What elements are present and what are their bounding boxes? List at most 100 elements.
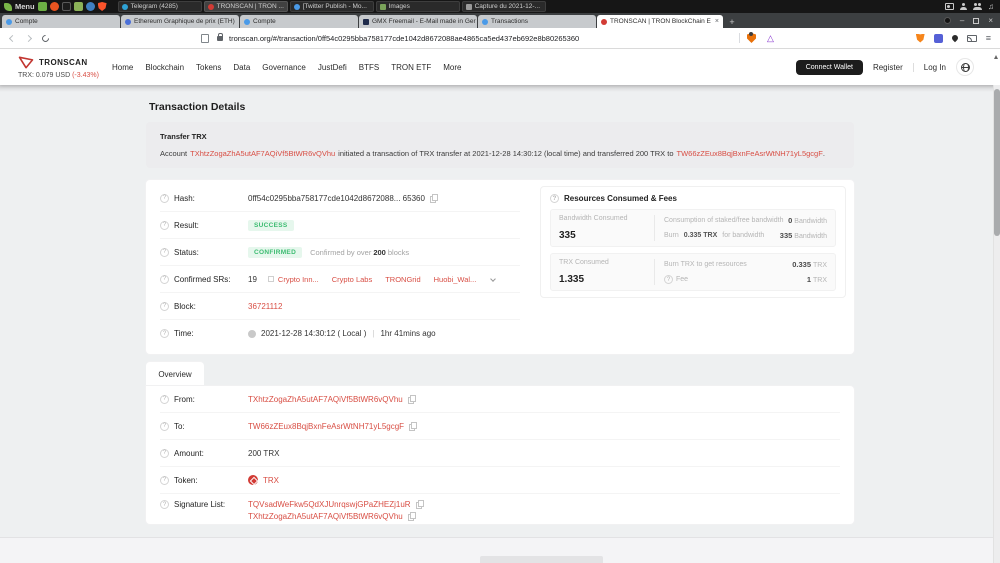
bookmark-panel-icon[interactable] [201, 34, 209, 43]
bandwidth-line-2: Burn0.335 TRXfor bandwidth 335Bandwidth [664, 231, 827, 240]
copy-icon[interactable] [430, 194, 438, 203]
help-icon[interactable]: ? [160, 275, 169, 284]
close-window-button[interactable]: × [988, 17, 993, 25]
nav-justdefi[interactable]: JustDefi [318, 63, 347, 72]
tronscan-logo[interactable]: TRONSCAN [18, 56, 88, 69]
address-bar[interactable]: tronscan.org/#/transaction/0ff54c0295bba… [217, 31, 732, 46]
music-tray-icon[interactable]: ♫ [988, 3, 994, 11]
nav-tokens[interactable]: Tokens [196, 63, 221, 72]
scrollbar-thumb[interactable] [994, 89, 1000, 236]
help-icon[interactable]: ? [160, 248, 169, 257]
copy-icon[interactable] [408, 512, 416, 521]
nav-governance[interactable]: Governance [262, 63, 306, 72]
token-link[interactable]: TRX [263, 476, 279, 485]
connect-wallet-button[interactable]: Connect Wallet [796, 60, 863, 75]
sr-link-crypto-inn[interactable]: Crypto Inn... [278, 275, 319, 284]
signature-link-1[interactable]: TQVsadWeFkw5QdXJUnrqswjGPaZHEZj1uR [248, 500, 411, 509]
hash-label: Hash: [174, 194, 195, 203]
tab-overview[interactable]: Overview [146, 362, 204, 386]
register-link[interactable]: Register [873, 63, 903, 72]
nav-data[interactable]: Data [233, 63, 250, 72]
nav-btfs[interactable]: BTFS [359, 63, 379, 72]
warning-triangle-icon[interactable]: △ [767, 34, 774, 43]
telegram-icon [122, 4, 128, 10]
banner-from-address[interactable]: TXhtzZogaZhA5utAF7AQiVf5BtWR6vQVhu [190, 149, 335, 158]
help-icon[interactable]: ? [160, 302, 169, 311]
taskbar-app-telegram[interactable]: Telegram (4285) [118, 1, 202, 12]
help-icon[interactable]: ? [664, 275, 673, 284]
tab-close-icon[interactable]: × [715, 18, 719, 25]
user-tray-icon[interactable] [960, 3, 967, 10]
screenshot-tray-icon[interactable] [945, 3, 954, 10]
language-button[interactable] [956, 58, 974, 76]
help-icon[interactable]: ? [160, 476, 169, 485]
reload-icon[interactable] [41, 33, 51, 43]
os-menu-button[interactable]: Menu [4, 2, 35, 11]
to-address-link[interactable]: TW66zZEux8BqjBxnFeAsrWtNH71yL5gcgF [248, 422, 404, 431]
back-icon[interactable] [9, 34, 16, 41]
copy-icon[interactable] [416, 500, 424, 509]
browser-launcher-icon[interactable] [86, 2, 95, 11]
page-scrollbar[interactable] [993, 85, 1000, 563]
help-icon[interactable]: ? [160, 221, 169, 230]
taskbar-app-tronscan[interactable]: TRONSCAN | TRON ... [204, 1, 288, 12]
signature-link-2[interactable]: TXhtzZogaZhA5utAF7AQiVf5BtWR6vQVhu [248, 512, 403, 521]
tab-tronscan-active[interactable]: TRONSCAN | TRON BlockChain E × [597, 15, 723, 28]
sr-link-crypto-labs[interactable]: Crypto Labs [332, 275, 372, 284]
shield-badge [749, 32, 753, 36]
bandwidth-value: 335 [559, 230, 645, 241]
copy-icon[interactable] [409, 422, 417, 431]
login-link[interactable]: Log In [924, 63, 946, 72]
lock-icon[interactable] [217, 36, 223, 41]
sr-link-huobi-wallet[interactable]: Huobi_Wal... [434, 275, 477, 284]
tab-compte-2[interactable]: Compte [240, 15, 358, 28]
chevron-down-icon[interactable] [490, 276, 496, 282]
restore-button[interactable] [973, 18, 979, 24]
taskbar-app-label: Capture du 2021-12-... [475, 3, 540, 10]
nav-home[interactable]: Home [112, 63, 133, 72]
terminal-launcher-icon[interactable] [62, 2, 71, 11]
browser-menu-icon[interactable]: ≡ [986, 34, 991, 43]
files-launcher-icon[interactable] [74, 2, 83, 11]
adblock-badge-icon[interactable] [944, 17, 951, 24]
brave-launcher-icon[interactable] [98, 2, 107, 11]
ubuntu-launcher-icon[interactable] [50, 2, 59, 11]
taskbar-app-capture[interactable]: Capture du 2021-12-... [462, 1, 546, 12]
nav-more[interactable]: More [443, 63, 461, 72]
banner-to-address[interactable]: TW66zZEux8BqjBxnFeAsrWtNH71yL5gcgF [677, 149, 823, 158]
help-icon[interactable]: ? [160, 395, 169, 404]
tab-gmx-freemail[interactable]: GMX Freemail - E-Mail made in Ger [359, 15, 477, 28]
pin-icon[interactable] [950, 34, 958, 42]
sr-link-trongrid[interactable]: TRONGrid [385, 275, 420, 284]
window-launcher-icon[interactable] [38, 2, 47, 11]
help-icon[interactable]: ? [160, 449, 169, 458]
tab-transactions[interactable]: Transactions [478, 15, 596, 28]
bandwidth-line1-unit: Bandwidth [794, 218, 827, 225]
scrollbar-up-arrow[interactable] [994, 55, 998, 59]
from-address-link[interactable]: TXhtzZogaZhA5utAF7AQiVf5BtWR6vQVhu [248, 395, 403, 404]
bandwidth-line2-post: for bandwidth [722, 232, 764, 239]
forward-icon[interactable] [25, 34, 32, 41]
url-text[interactable]: tronscan.org/#/transaction/0ff54c0295bba… [229, 34, 579, 43]
metamask-icon[interactable] [916, 34, 925, 43]
tab-favicon [482, 19, 488, 25]
help-icon[interactable]: ? [160, 329, 169, 338]
nav-blockchain[interactable]: Blockchain [145, 63, 184, 72]
tab-compte-1[interactable]: Compte [2, 15, 120, 28]
new-tab-button[interactable]: + [724, 15, 740, 28]
copy-icon[interactable] [408, 395, 416, 404]
taskbar-app-twitter[interactable]: [Twitter Publish - Mo... [290, 1, 374, 12]
tab-ethereum-price[interactable]: Ethereum Graphique de prix (ETH) [121, 15, 239, 28]
help-icon[interactable]: ? [160, 194, 169, 203]
screenshare-icon[interactable] [967, 35, 977, 42]
minimize-button[interactable]: – [960, 17, 964, 25]
help-icon[interactable]: ? [160, 500, 169, 509]
taskbar-app-images[interactable]: Images [376, 1, 460, 12]
nav-buttons [0, 35, 49, 42]
help-icon[interactable]: ? [550, 194, 559, 203]
block-link[interactable]: 36721112 [248, 302, 282, 311]
users-tray-icon[interactable] [973, 3, 982, 10]
help-icon[interactable]: ? [160, 422, 169, 431]
nav-tron-etf[interactable]: TRON ETF [391, 63, 431, 72]
extension-icon[interactable] [934, 34, 943, 43]
